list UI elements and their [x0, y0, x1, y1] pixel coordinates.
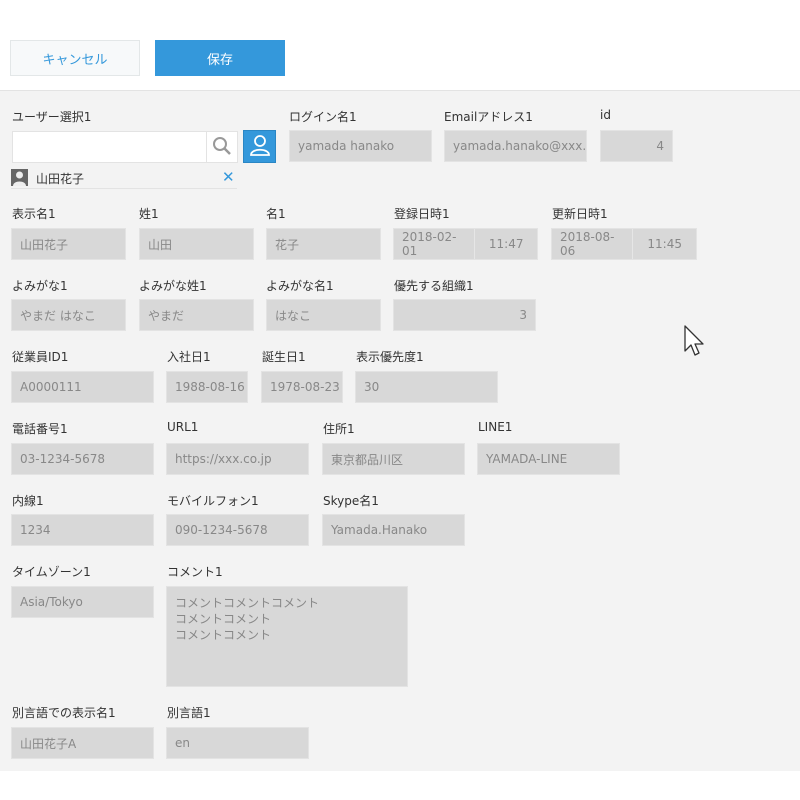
- employee-id-label: 従業員ID1: [12, 350, 69, 364]
- selected-user-name: 山田花子: [36, 172, 85, 186]
- user-search-input[interactable]: [12, 131, 207, 163]
- comment-field: コメントコメントコメント コメントコメント コメントコメント: [166, 586, 408, 687]
- login-name-label: ログイン名1: [289, 110, 357, 124]
- alt-language-label: 別言語1: [167, 706, 211, 720]
- close-icon[interactable]: ✕: [222, 168, 235, 186]
- id-label: id: [600, 108, 611, 122]
- surname-field: 山田: [139, 228, 254, 260]
- search-icon: [212, 136, 232, 159]
- user-icon: [248, 133, 272, 160]
- yomigana-label: よみがな1: [12, 279, 68, 293]
- extension-label: 内線1: [12, 494, 44, 508]
- timezone-field: Asia/Tokyo: [11, 586, 154, 618]
- comment-line: コメントコメントコメント: [175, 596, 320, 610]
- timezone-label: タイムゾーン1: [12, 565, 91, 579]
- created-at-date: 2018-02-01: [394, 229, 476, 259]
- phone-label: 電話番号1: [12, 422, 68, 436]
- extension-field: 1234: [11, 514, 154, 546]
- employee-id-field: A0000111: [11, 371, 154, 403]
- login-name-field: yamada hanako: [289, 130, 432, 162]
- email-label: Emailアドレス1: [444, 110, 533, 124]
- comment-line: コメントコメント: [175, 628, 272, 642]
- yomigana-surname-field: やまだ: [139, 299, 254, 331]
- yomigana-given-field: はなこ: [266, 299, 381, 331]
- updated-at-date: 2018-08-06: [552, 229, 634, 259]
- yomigana-field: やまだ はなこ: [11, 299, 126, 331]
- save-button[interactable]: 保存: [155, 40, 285, 76]
- comment-label: コメント1: [167, 565, 223, 579]
- address-field: 東京都品川区: [322, 443, 465, 475]
- yomigana-surname-label: よみがな姓1: [139, 279, 207, 293]
- phone-field: 03-1234-5678: [11, 443, 154, 475]
- cancel-button[interactable]: キャンセル: [10, 40, 140, 76]
- email-field: yamada.hanako@xxx.c: [444, 130, 587, 162]
- toolbar: キャンセル 保存: [0, 0, 800, 90]
- surname-label: 姓1: [139, 207, 159, 221]
- line-field: YAMADA-LINE: [477, 443, 620, 475]
- skype-label: Skype名1: [323, 494, 379, 508]
- mobile-label: モバイルフォン1: [167, 494, 259, 508]
- priority-org-label: 優先する組織1: [394, 279, 474, 293]
- user-picker-button[interactable]: [243, 130, 276, 163]
- birthday-label: 誕生日1: [262, 350, 306, 364]
- id-field: 4: [600, 130, 673, 162]
- user-select-label: ユーザー選択1: [12, 110, 92, 124]
- alt-language-field: en: [166, 727, 309, 759]
- priority-org-field: 3: [393, 299, 536, 331]
- url-field: https://xxx.co.jp: [166, 443, 309, 475]
- url-label: URL1: [167, 420, 199, 434]
- display-name-field: 山田花子: [11, 228, 126, 260]
- created-at-field: 2018-02-01 11:47: [393, 228, 538, 260]
- created-at-time: 11:47: [488, 237, 524, 251]
- updated-at-time: 11:45: [647, 237, 682, 251]
- created-at-label: 登録日時1: [394, 207, 450, 221]
- birthday-field: 1978-08-23: [261, 371, 343, 403]
- comment-line: コメントコメント: [175, 612, 272, 626]
- display-priority-label: 表示優先度1: [356, 350, 424, 364]
- yomigana-given-label: よみがな名1: [266, 279, 334, 293]
- avatar-icon: [11, 169, 28, 186]
- join-date-field: 1988-08-16: [166, 371, 248, 403]
- address-label: 住所1: [323, 422, 355, 436]
- join-date-label: 入社日1: [167, 350, 211, 364]
- line-label: LINE1: [478, 420, 513, 434]
- alt-display-name-label: 別言語での表示名1: [12, 706, 116, 720]
- alt-display-name-field: 山田花子A: [11, 727, 154, 759]
- selected-user-chip: 山田花子 ✕: [11, 168, 237, 189]
- skype-field: Yamada.Hanako: [322, 514, 465, 546]
- given-name-label: 名1: [266, 207, 286, 221]
- updated-at-field: 2018-08-06 11:45: [551, 228, 697, 260]
- mouse-cursor-icon: [684, 325, 706, 360]
- display-priority-field: 30: [355, 371, 498, 403]
- updated-at-label: 更新日時1: [552, 207, 608, 221]
- user-search-button[interactable]: [206, 131, 238, 163]
- display-name-label: 表示名1: [12, 207, 56, 221]
- mobile-field: 090-1234-5678: [166, 514, 309, 546]
- given-name-field: 花子: [266, 228, 381, 260]
